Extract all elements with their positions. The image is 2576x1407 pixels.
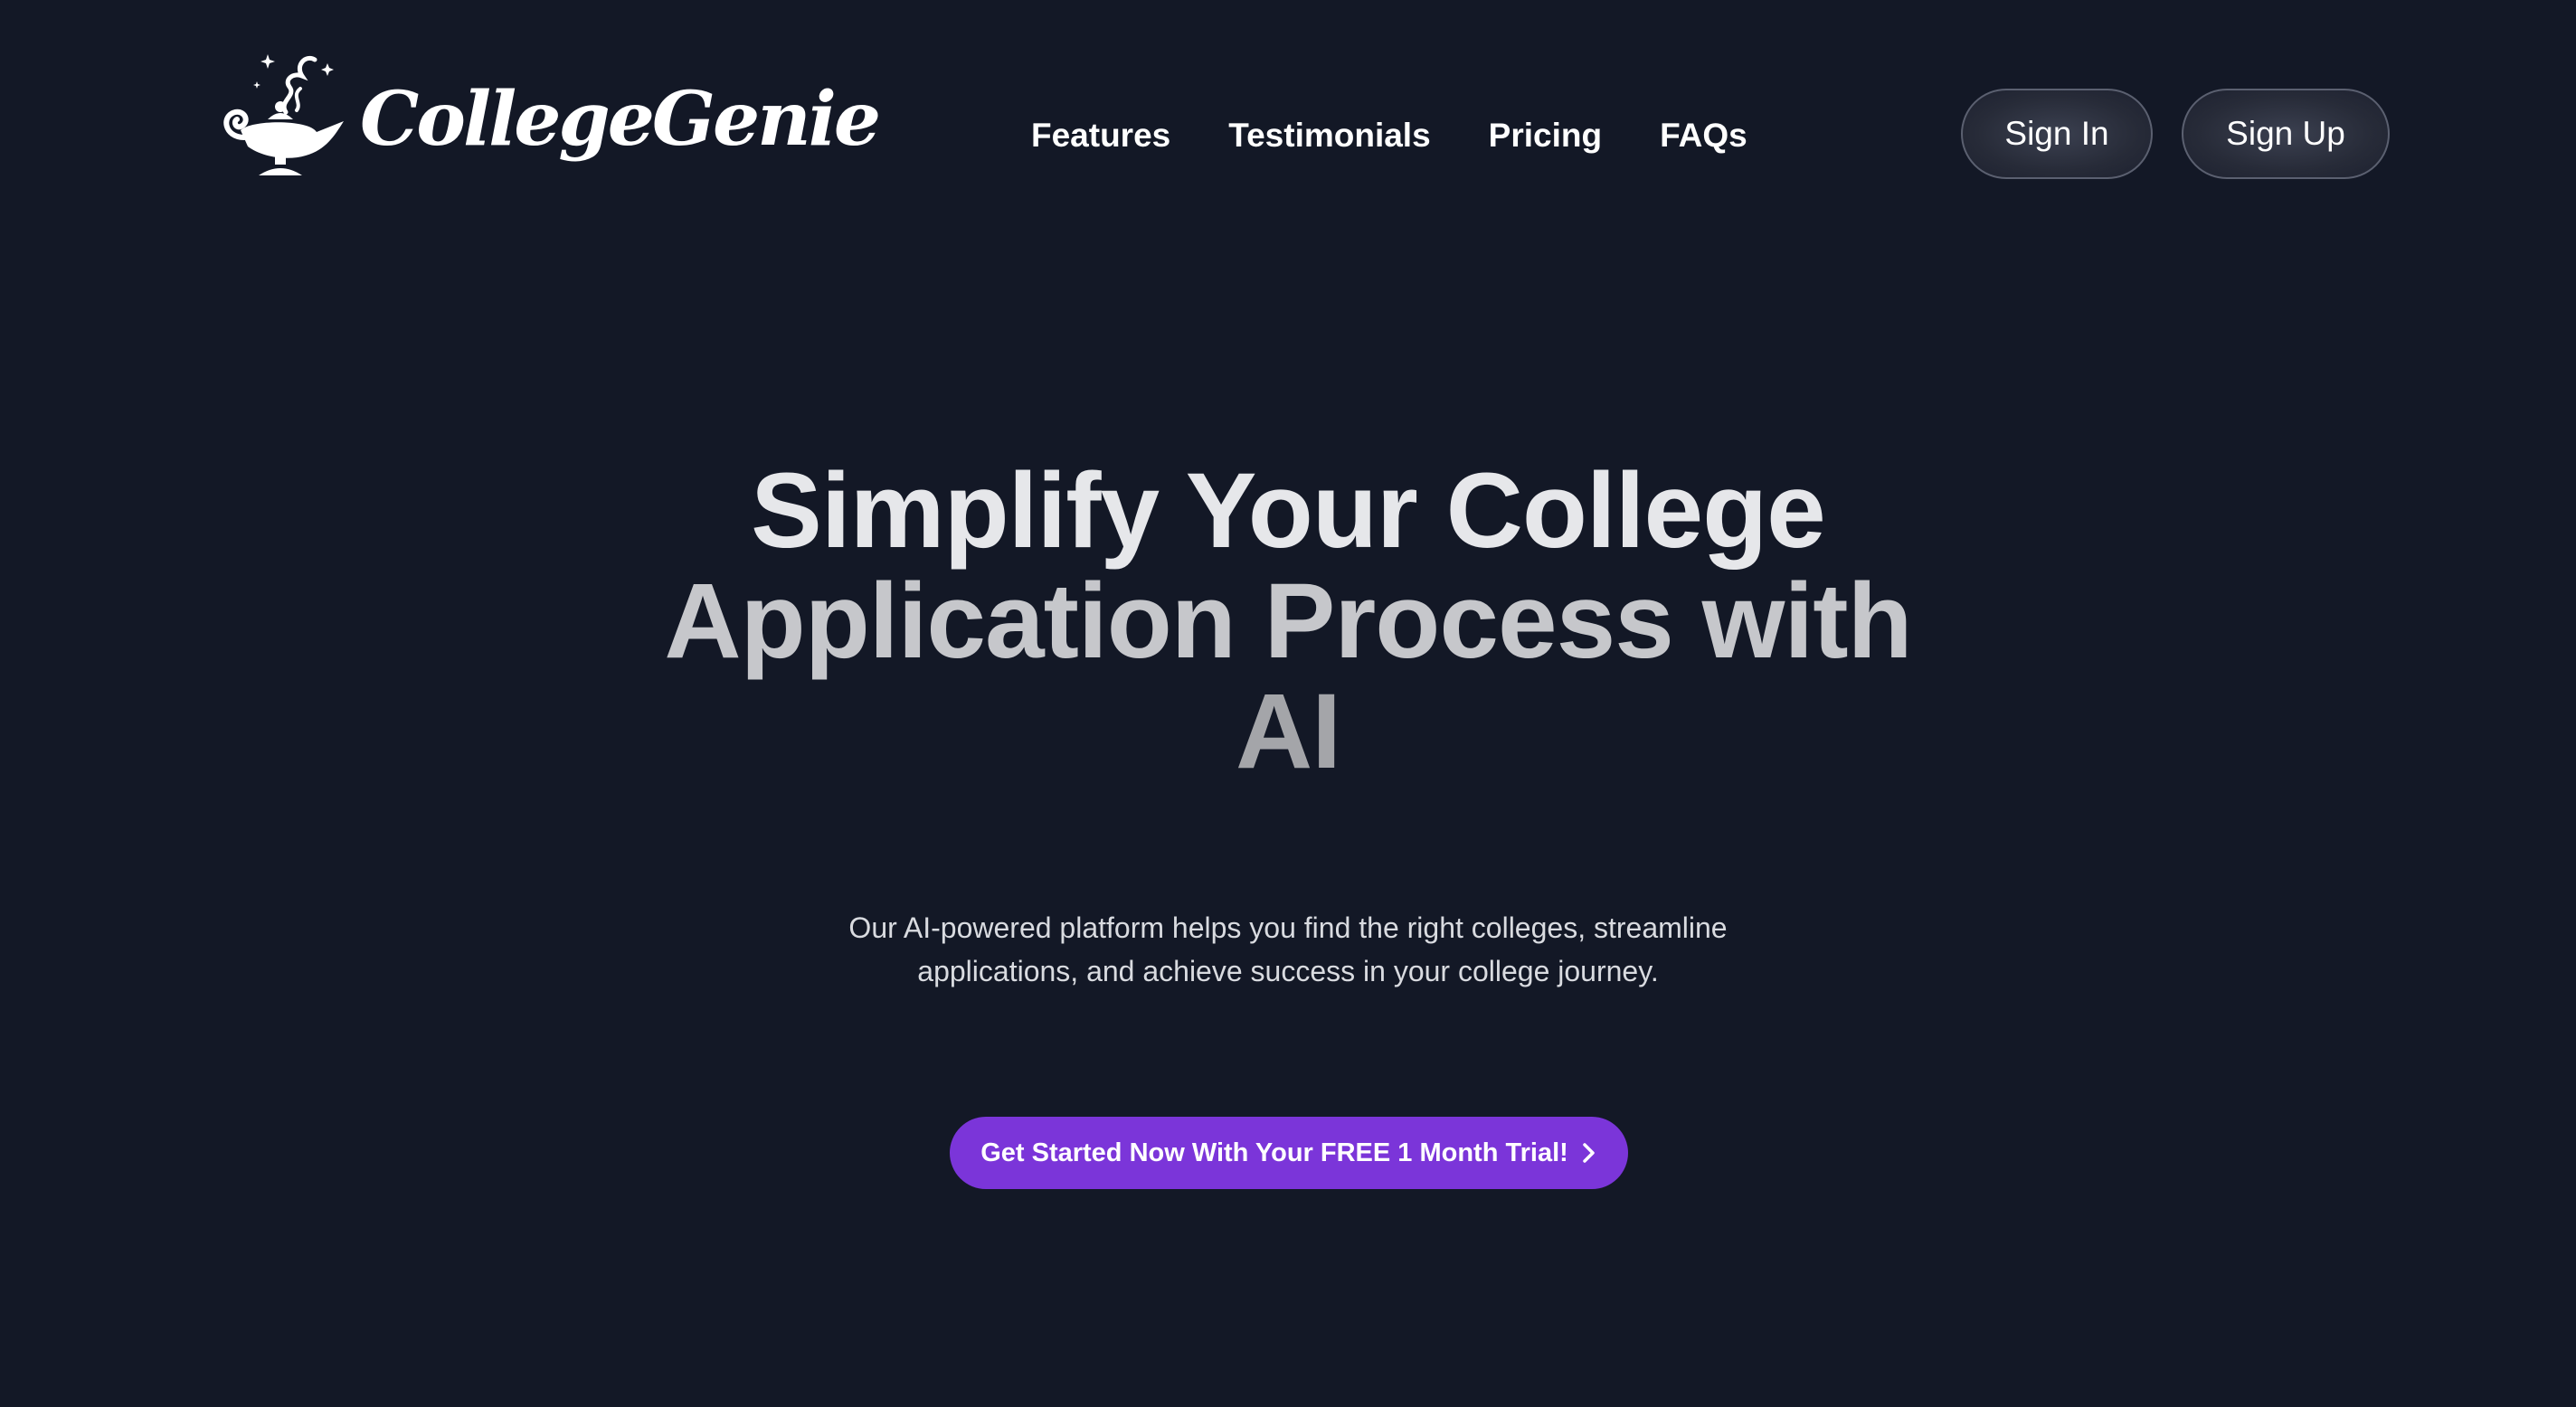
nav-pricing[interactable]: Pricing xyxy=(1489,117,1602,155)
hero-title-line-2: Application Process with xyxy=(664,562,1912,681)
chevron-right-icon xyxy=(1581,1141,1597,1165)
hero-subtitle: Our AI-powered platform helps you find t… xyxy=(0,906,2576,993)
get-started-label: Get Started Now With Your FREE 1 Month T… xyxy=(980,1138,1568,1167)
genie-lamp-icon xyxy=(215,49,347,184)
nav-testimonials[interactable]: Testimonials xyxy=(1228,117,1430,155)
sign-in-button[interactable]: Sign In xyxy=(1961,89,2153,179)
hero-title-line-3: AI xyxy=(1236,672,1341,791)
main-nav: Features Testimonials Pricing FAQs xyxy=(1031,109,1747,163)
logo[interactable]: CollegeGenie xyxy=(215,49,881,184)
nav-features[interactable]: Features xyxy=(1031,117,1170,155)
hero-subtitle-line-1: Our AI-powered platform helps you find t… xyxy=(848,911,1728,944)
nav-faqs[interactable]: FAQs xyxy=(1660,117,1747,155)
hero-subtitle-line-2: applications, and achieve success in you… xyxy=(917,955,1659,987)
get-started-button[interactable]: Get Started Now With Your FREE 1 Month T… xyxy=(950,1117,1628,1189)
auth-buttons: Sign In Sign Up xyxy=(1961,89,2390,179)
sign-up-button[interactable]: Sign Up xyxy=(2182,89,2390,179)
landing-page: CollegeGenie Features Testimonials Prici… xyxy=(0,0,2576,1407)
hero-title: Simplify Your College Application Proces… xyxy=(0,456,2576,787)
logo-text: CollegeGenie xyxy=(360,76,881,163)
hero-title-line-1: Simplify Your College xyxy=(751,451,1826,571)
